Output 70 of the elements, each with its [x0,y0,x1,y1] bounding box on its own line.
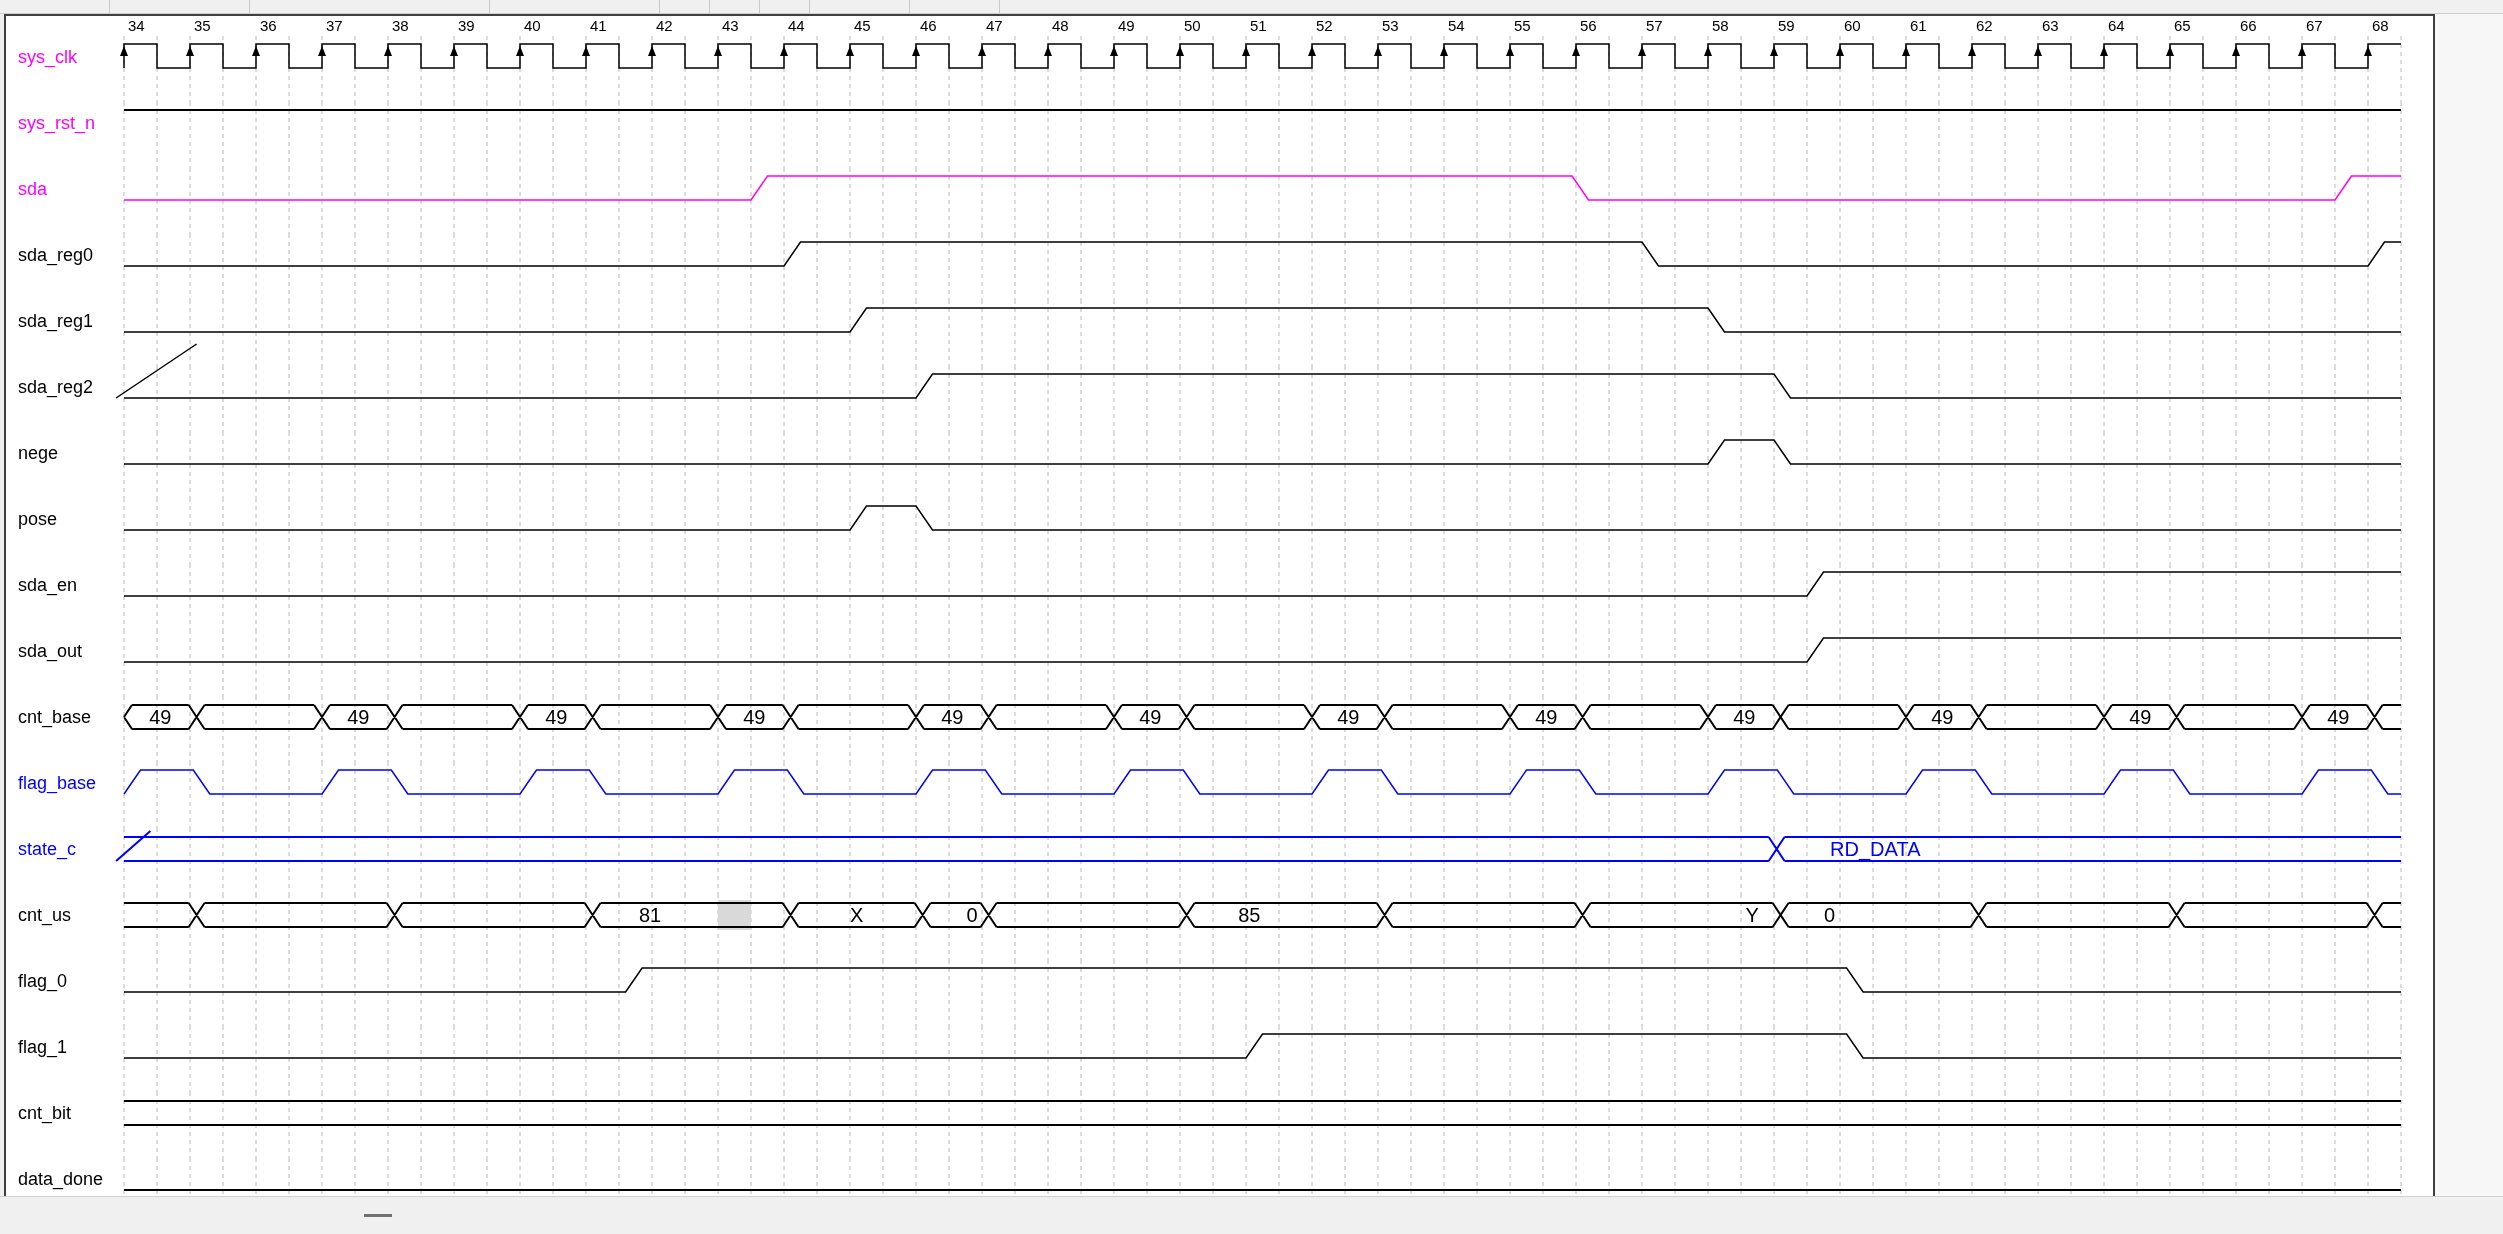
tick-label: 62 [1976,16,1993,36]
tick-label: 35 [194,16,211,36]
tick-label: 59 [1778,16,1795,36]
tick-label: 58 [1712,16,1729,36]
signal-name[interactable]: data_done [18,1169,104,1189]
signal-name[interactable]: sda_reg2 [18,377,94,397]
scrollbar-thumb[interactable] [364,1214,392,1217]
bus-value: 85 [1238,904,1261,926]
tick-label: 68 [2372,16,2389,36]
bus-value: 0 [966,904,978,926]
bus-value: 81 [638,904,662,926]
tick-label: 40 [524,16,541,36]
tick-label: 39 [458,16,475,36]
signal-name[interactable]: cnt_base [18,707,92,727]
tick-label: 46 [920,16,937,36]
tick-label: 44 [788,16,805,36]
signal-name[interactable]: flag_base [18,773,97,793]
bus-value: 49 [1535,706,1558,728]
signal-name[interactable]: sda_out [18,641,83,661]
signal-name[interactable]: flag_0 [18,971,68,991]
signal-name[interactable]: flag_1 [18,1037,68,1057]
bus-value: 49 [545,706,568,728]
tick-label: 56 [1580,16,1597,36]
tick-label: 61 [1910,16,1927,36]
bus-value: Y [1745,904,1759,926]
signal-name[interactable]: sda_en [18,575,78,595]
tick-label: 63 [2042,16,2059,36]
signal-name[interactable]: sda_reg0 [18,245,94,265]
tick-label: 57 [1646,16,1663,36]
signal-name[interactable]: nege [18,443,59,463]
bus-value: 0 [1823,904,1835,926]
tick-label: 52 [1316,16,1333,36]
bus-value: 49 [149,706,172,728]
tick-label: 55 [1514,16,1531,36]
tick-label: 43 [722,16,739,36]
bus-value: 49 [2129,706,2152,728]
tick-label: 48 [1052,16,1069,36]
signal-name[interactable]: sda_reg1 [18,311,94,331]
tick-label: 54 [1448,16,1465,36]
tick-label: 50 [1184,16,1201,36]
tick-label: 65 [2174,16,2191,36]
bus-value: 49 [941,706,964,728]
signal-name[interactable]: cnt_bit [18,1103,72,1123]
bus-value: 49 [2327,706,2350,728]
tick-label: 64 [2108,16,2125,36]
tick-label: 49 [1118,16,1135,36]
signal-name[interactable]: cnt_us [18,905,72,925]
bus-value: 49 [743,706,766,728]
tick-label: 66 [2240,16,2257,36]
tick-label: 45 [854,16,871,36]
signal-name[interactable]: pose [18,509,58,529]
signal-name[interactable]: state_c [18,839,77,859]
tick-label: 41 [590,16,607,36]
tick-label: 47 [986,16,1003,36]
bus-value: 49 [1931,706,1954,728]
bus-value: X [849,904,864,926]
bus-value: 49 [1337,706,1360,728]
tick-label: 34 [128,16,145,36]
tick-label: 60 [1844,16,1861,36]
tick-label: 51 [1250,16,1267,36]
bus-value: 49 [1139,706,1162,728]
bus-value: 49 [1733,706,1756,728]
tick-label: 42 [656,16,673,36]
bus-value: RD_DATA [1830,838,1921,860]
tick-label: 67 [2306,16,2323,36]
tick-label: 38 [392,16,409,36]
tick-label: 37 [326,16,343,36]
tick-label: 53 [1382,16,1399,36]
bus-value: 49 [347,706,370,728]
tick-label: 36 [260,16,277,36]
